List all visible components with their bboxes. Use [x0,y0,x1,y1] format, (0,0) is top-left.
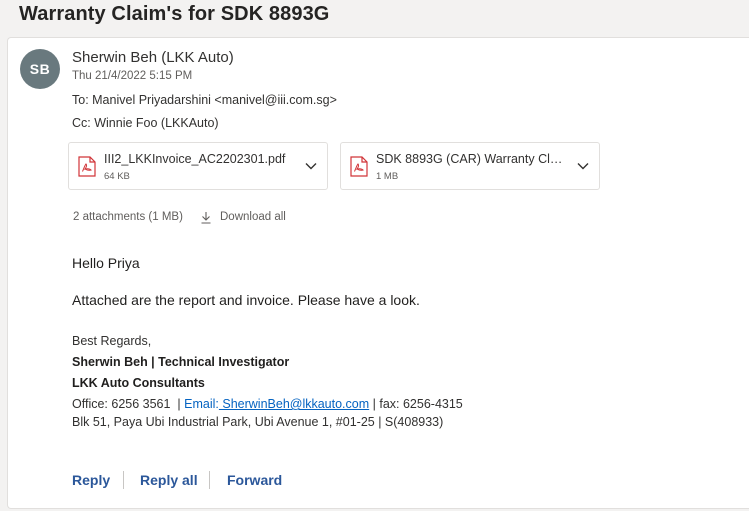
signature-email-link[interactable]: SherwinBeh@lkkauto.com [219,397,369,411]
attachment-card[interactable]: III2_LKKInvoice_AC2202301.pdf 64 KB [68,142,328,190]
reply-all-button[interactable]: Reply all [140,472,198,488]
attachment-summary: 2 attachments (1 MB) [73,211,183,223]
sender-name[interactable]: Sherwin Beh (LKK Auto) [72,49,234,66]
sent-datetime: Thu 21/4/2022 5:15 PM [72,70,193,82]
signature-regards: Best Regards, [72,334,152,348]
pdf-icon [350,156,368,177]
email-subject: Warranty Claim's for SDK 8893G [19,3,330,25]
signature-office: Office: 6256 3561 [72,397,171,411]
attachment-card[interactable]: SDK 8893G (CAR) Warranty Claim.pdf 1 MB [340,142,600,190]
attachment-size: 1 MB [376,171,399,182]
email-card [7,37,749,509]
forward-button[interactable]: Forward [227,472,282,488]
body-greeting: Hello Priya [72,255,140,271]
pdf-icon [78,156,96,177]
attachment-size: 64 KB [104,171,130,182]
signature-separator: | [177,397,181,411]
to-recipients[interactable]: To: Manivel Priyadarshini <manivel@iii.c… [72,93,337,107]
chevron-down-icon[interactable] [304,159,318,173]
reply-button[interactable]: Reply [72,472,110,488]
signature-contact-line: Office: 6256 3561 | Email: SherwinBeh@lk… [72,397,463,411]
body-message: Attached are the report and invoice. Ple… [72,292,420,308]
action-divider [209,471,210,489]
signature-email-label: Email: [184,397,219,411]
signature-company: LKK Auto Consultants [72,376,205,390]
signature-name-title: Sherwin Beh | Technical Investigator [72,355,290,369]
attachment-name: III2_LKKInvoice_AC2202301.pdf [104,152,286,166]
download-icon[interactable] [200,211,212,224]
signature-address: Blk 51, Paya Ubi Industrial Park, Ubi Av… [72,415,444,429]
chevron-down-icon[interactable] [576,159,590,173]
signature-fax: | fax: 6256-4315 [372,397,463,411]
avatar[interactable]: SB [20,49,60,89]
action-divider [123,471,124,489]
download-all-button[interactable]: Download all [220,211,286,223]
attachment-name: SDK 8893G (CAR) Warranty Claim.pdf [376,152,569,166]
cc-recipients[interactable]: Cc: Winnie Foo (LKKAuto) [72,116,219,130]
